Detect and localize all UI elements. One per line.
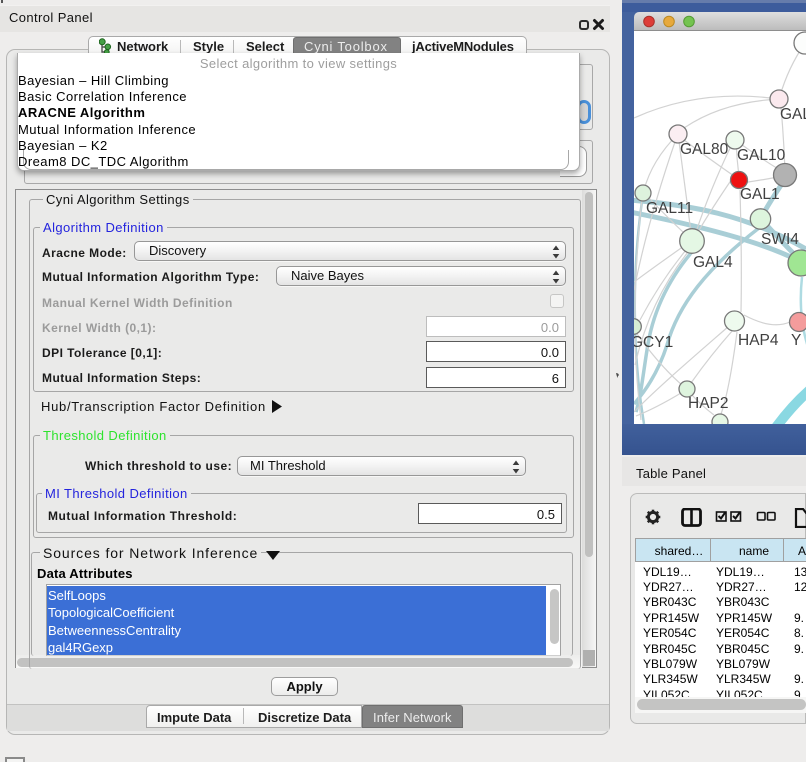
svg-text:GAL4: GAL4 bbox=[693, 254, 733, 271]
svg-text:GAL80: GAL80 bbox=[680, 141, 729, 158]
svg-text:HAP2: HAP2 bbox=[688, 395, 729, 412]
svg-text:Y: Y bbox=[791, 332, 801, 349]
svg-text:GAL10: GAL10 bbox=[737, 147, 786, 164]
svg-text:GAL: GAL bbox=[780, 106, 806, 123]
svg-text:GCY1: GCY1 bbox=[634, 334, 673, 351]
svg-text:GAL1: GAL1 bbox=[740, 186, 780, 203]
svg-text:HAP4: HAP4 bbox=[738, 332, 779, 349]
svg-text:SWI4: SWI4 bbox=[761, 231, 799, 248]
svg-text:GAL11: GAL11 bbox=[646, 200, 693, 217]
